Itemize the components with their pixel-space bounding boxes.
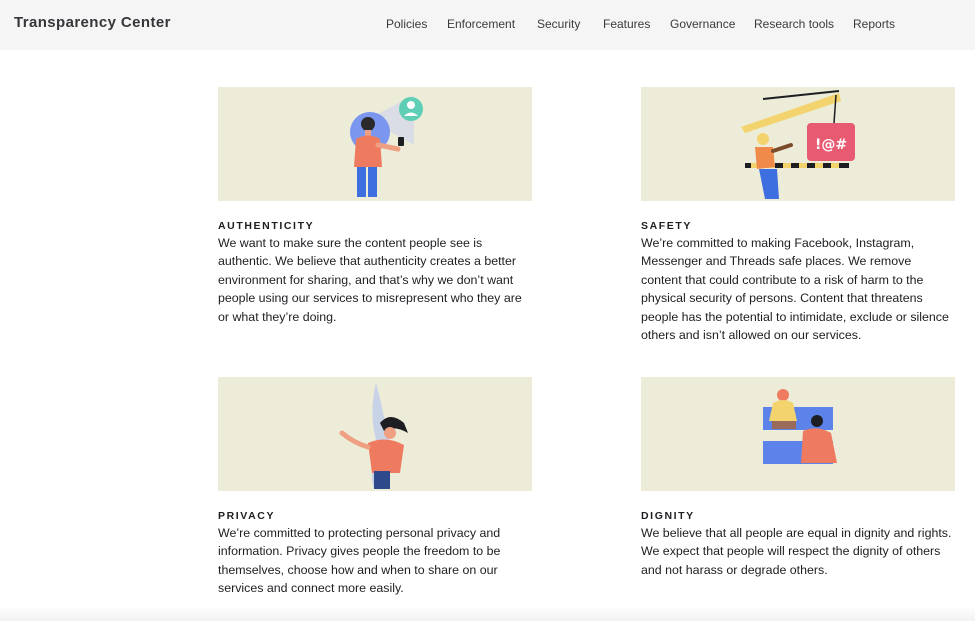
dignity-card: DIGNITY We believe that all people are e…	[641, 377, 955, 587]
card-title: AUTHENTICITY	[218, 220, 315, 232]
card-description: We believe that all people are equal in …	[641, 526, 952, 577]
safety-card: !@# SAFETY We’re committed to making Fac…	[641, 87, 955, 347]
bottom-edge-shadow	[0, 606, 975, 621]
nav-enforcement[interactable]: Enforcement	[447, 17, 515, 31]
nav-research-tools[interactable]: Research tools	[754, 17, 834, 31]
two-people-illustration	[641, 377, 955, 491]
top-navigation-bar: Transparency Center Policies Enforcement…	[0, 0, 975, 50]
person-with-phone-illustration	[218, 87, 532, 201]
card-description: We’re committed to protecting personal p…	[218, 526, 501, 596]
privacy-card: PRIVACY We’re committed to protecting pe…	[218, 377, 532, 607]
card-title: SAFETY	[641, 220, 693, 232]
card-description: We want to make sure the content people …	[218, 236, 522, 324]
construction-worker-illustration: !@#	[641, 87, 955, 201]
person-behind-curtain-illustration	[218, 377, 532, 491]
authenticity-card: AUTHENTICITY We want to make sure the co…	[218, 87, 532, 327]
card-title: PRIVACY	[218, 510, 276, 522]
main-nav: Policies Enforcement Security Features G…	[0, 17, 975, 33]
card-title: DIGNITY	[641, 510, 695, 522]
nav-policies[interactable]: Policies	[386, 17, 427, 31]
nav-features[interactable]: Features	[603, 17, 650, 31]
nav-security[interactable]: Security	[537, 17, 580, 31]
card-description: We’re committed to making Facebook, Inst…	[641, 236, 949, 343]
nav-reports[interactable]: Reports	[853, 17, 895, 31]
nav-governance[interactable]: Governance	[670, 17, 735, 31]
svg-text:!@#: !@#	[815, 137, 847, 153]
